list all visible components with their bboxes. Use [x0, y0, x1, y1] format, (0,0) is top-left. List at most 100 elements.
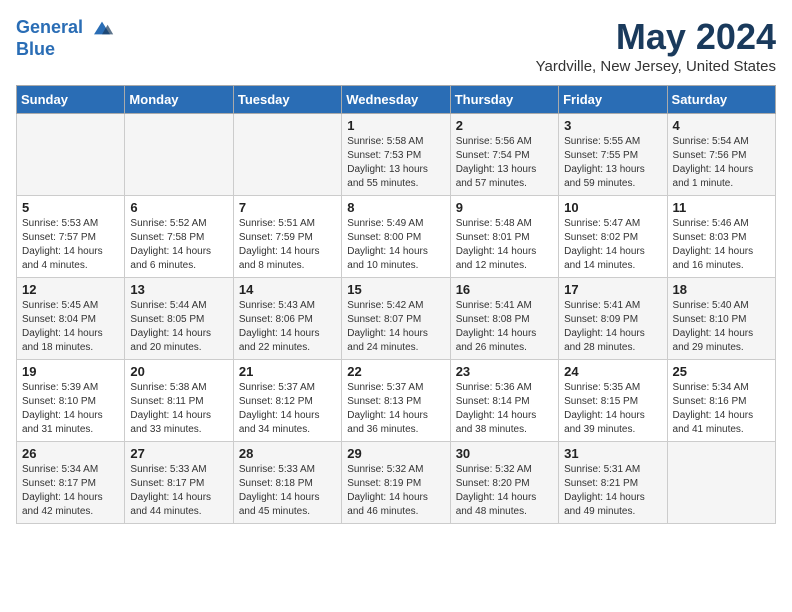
logo-blue: Blue [16, 40, 114, 60]
cell-daylight-info: Sunrise: 5:45 AM Sunset: 8:04 PM Dayligh… [22, 299, 119, 355]
cell-daylight-info: Sunrise: 5:41 AM Sunset: 8:09 PM Dayligh… [564, 299, 661, 355]
cell-day-25: 25Sunrise: 5:34 AM Sunset: 8:16 PM Dayli… [667, 360, 775, 442]
weekday-wednesday: Wednesday [342, 86, 450, 114]
day-number: 7 [239, 200, 336, 215]
day-number: 5 [22, 200, 119, 215]
cell-day-8: 8 Sunrise: 5:49 AM Sunset: 8:00 PM Daylig… [342, 196, 450, 278]
cell-day-2: 2 Sunrise: 5:56 AM Sunset: 7:54 PM Daylig… [450, 114, 558, 196]
logo: General Blue [16, 16, 114, 60]
cell-daylight-info: Sunrise: 5:54 AM Sunset: 7:56 PM Dayligh… [673, 135, 770, 191]
cell-daylight-info: Sunrise: 5:53 AM Sunset: 7:57 PM Dayligh… [22, 217, 119, 273]
week-row-4: 19Sunrise: 5:39 AM Sunset: 8:10 PM Dayli… [17, 360, 776, 442]
cell-day-14: 14Sunrise: 5:43 AM Sunset: 8:06 PM Dayli… [233, 278, 341, 360]
day-number: 14 [239, 282, 336, 297]
day-number: 17 [564, 282, 661, 297]
weekday-thursday: Thursday [450, 86, 558, 114]
week-row-1: 1Sunrise: 5:58 AM Sunset: 7:53 PM Daylig… [17, 114, 776, 196]
day-number: 24 [564, 364, 661, 379]
cell-day-22: 22 Sunrise: 5:37 AM Sunset: 8:13 PM Dayli… [342, 360, 450, 442]
logo-text: General [16, 16, 114, 40]
cell-day-30: 30Sunrise: 5:32 AM Sunset: 8:20 PM Dayli… [450, 442, 558, 524]
day-number: 18 [673, 282, 770, 297]
cell-day-12: 12 Sunrise: 5:45 AM Sunset: 8:04 PM Dayli… [17, 278, 125, 360]
day-number: 12 [22, 282, 119, 297]
day-number: 4 [673, 118, 770, 133]
cell-daylight-info: Sunrise: 5:32 AM Sunset: 8:20 PM Dayligh… [456, 463, 553, 519]
weekday-friday: Friday [559, 86, 667, 114]
cell-day-5: 5 Sunrise: 5:53 AM Sunset: 7:57 PM Daylig… [17, 196, 125, 278]
cell-day-13: 13 Sunrise: 5:44 AM Sunset: 8:05 PM Dayli… [125, 278, 233, 360]
day-number: 3 [564, 118, 661, 133]
cell-day-20: 20 Sunrise: 5:38 AM Sunset: 8:11 PM Dayli… [125, 360, 233, 442]
cell-day-10: 10Sunrise: 5:47 AM Sunset: 8:02 PM Dayli… [559, 196, 667, 278]
cell-daylight-info: Sunrise: 5:38 AM Sunset: 8:11 PM Dayligh… [130, 381, 227, 437]
cell-day-21: 21 Sunrise: 5:37 AM Sunset: 8:12 PM Dayli… [233, 360, 341, 442]
day-number: 8 [347, 200, 444, 215]
month-title: May 2024 [536, 16, 776, 58]
day-number: 22 [347, 364, 444, 379]
logo-icon [90, 16, 114, 40]
cell-day-26: 26Sunrise: 5:34 AM Sunset: 8:17 PM Dayli… [17, 442, 125, 524]
cell-day-29: 29Sunrise: 5:32 AM Sunset: 8:19 PM Dayli… [342, 442, 450, 524]
weekday-header-row: SundayMondayTuesdayWednesdayThursdayFrid… [17, 86, 776, 114]
weekday-tuesday: Tuesday [233, 86, 341, 114]
cell-daylight-info: Sunrise: 5:33 AM Sunset: 8:17 PM Dayligh… [130, 463, 227, 519]
location: Yardville, New Jersey, United States [536, 58, 776, 75]
cell-daylight-info: Sunrise: 5:37 AM Sunset: 8:12 PM Dayligh… [239, 381, 336, 437]
day-number: 23 [456, 364, 553, 379]
day-number: 10 [564, 200, 661, 215]
cell-day-16: 16 Sunrise: 5:41 AM Sunset: 8:08 PM Dayli… [450, 278, 558, 360]
calendar-table: SundayMondayTuesdayWednesdayThursdayFrid… [16, 85, 776, 524]
cell-daylight-info: Sunrise: 5:36 AM Sunset: 8:14 PM Dayligh… [456, 381, 553, 437]
weekday-saturday: Saturday [667, 86, 775, 114]
day-number: 11 [673, 200, 770, 215]
cell-day-empty [233, 114, 341, 196]
cell-daylight-info: Sunrise: 5:44 AM Sunset: 8:05 PM Dayligh… [130, 299, 227, 355]
cell-day-24: 24 Sunrise: 5:35 AM Sunset: 8:15 PM Dayli… [559, 360, 667, 442]
cell-daylight-info: Sunrise: 5:55 AM Sunset: 7:55 PM Dayligh… [564, 135, 661, 191]
calendar-body: 1Sunrise: 5:58 AM Sunset: 7:53 PM Daylig… [17, 114, 776, 524]
cell-day-18: 18 Sunrise: 5:40 AM Sunset: 8:10 PM Dayli… [667, 278, 775, 360]
cell-day-3: 3 Sunrise: 5:55 AM Sunset: 7:55 PM Daylig… [559, 114, 667, 196]
cell-day-11: 11 Sunrise: 5:46 AM Sunset: 8:03 PM Dayli… [667, 196, 775, 278]
cell-day-9: 9Sunrise: 5:48 AM Sunset: 8:01 PM Daylig… [450, 196, 558, 278]
cell-day-31: 31Sunrise: 5:31 AM Sunset: 8:21 PM Dayli… [559, 442, 667, 524]
day-number: 31 [564, 446, 661, 461]
day-number: 16 [456, 282, 553, 297]
week-row-5: 26Sunrise: 5:34 AM Sunset: 8:17 PM Dayli… [17, 442, 776, 524]
day-number: 27 [130, 446, 227, 461]
cell-day-17: 17 Sunrise: 5:41 AM Sunset: 8:09 PM Dayli… [559, 278, 667, 360]
cell-daylight-info: Sunrise: 5:56 AM Sunset: 7:54 PM Dayligh… [456, 135, 553, 191]
cell-day-23: 23 Sunrise: 5:36 AM Sunset: 8:14 PM Dayli… [450, 360, 558, 442]
cell-daylight-info: Sunrise: 5:49 AM Sunset: 8:00 PM Dayligh… [347, 217, 444, 273]
day-number: 13 [130, 282, 227, 297]
cell-day-6: 6Sunrise: 5:52 AM Sunset: 7:58 PM Daylig… [125, 196, 233, 278]
cell-daylight-info: Sunrise: 5:33 AM Sunset: 8:18 PM Dayligh… [239, 463, 336, 519]
cell-daylight-info: Sunrise: 5:37 AM Sunset: 8:13 PM Dayligh… [347, 381, 444, 437]
cell-daylight-info: Sunrise: 5:42 AM Sunset: 8:07 PM Dayligh… [347, 299, 444, 355]
weekday-sunday: Sunday [17, 86, 125, 114]
day-number: 21 [239, 364, 336, 379]
day-number: 19 [22, 364, 119, 379]
day-number: 1 [347, 118, 444, 133]
day-number: 2 [456, 118, 553, 133]
cell-day-28: 28Sunrise: 5:33 AM Sunset: 8:18 PM Dayli… [233, 442, 341, 524]
cell-daylight-info: Sunrise: 5:46 AM Sunset: 8:03 PM Dayligh… [673, 217, 770, 273]
week-row-3: 12 Sunrise: 5:45 AM Sunset: 8:04 PM Dayli… [17, 278, 776, 360]
cell-daylight-info: Sunrise: 5:34 AM Sunset: 8:17 PM Dayligh… [22, 463, 119, 519]
page-header: General Blue May 2024 Yardville, New Jer… [16, 16, 776, 75]
cell-day-7: 7 Sunrise: 5:51 AM Sunset: 7:59 PM Daylig… [233, 196, 341, 278]
cell-day-15: 15Sunrise: 5:42 AM Sunset: 8:07 PM Dayli… [342, 278, 450, 360]
cell-day-4: 4 Sunrise: 5:54 AM Sunset: 7:56 PM Daylig… [667, 114, 775, 196]
cell-daylight-info: Sunrise: 5:48 AM Sunset: 8:01 PM Dayligh… [456, 217, 553, 273]
cell-daylight-info: Sunrise: 5:41 AM Sunset: 8:08 PM Dayligh… [456, 299, 553, 355]
title-block: May 2024 Yardville, New Jersey, United S… [536, 16, 776, 75]
cell-day-empty [667, 442, 775, 524]
cell-daylight-info: Sunrise: 5:32 AM Sunset: 8:19 PM Dayligh… [347, 463, 444, 519]
cell-daylight-info: Sunrise: 5:40 AM Sunset: 8:10 PM Dayligh… [673, 299, 770, 355]
cell-daylight-info: Sunrise: 5:35 AM Sunset: 8:15 PM Dayligh… [564, 381, 661, 437]
cell-day-19: 19Sunrise: 5:39 AM Sunset: 8:10 PM Dayli… [17, 360, 125, 442]
cell-daylight-info: Sunrise: 5:51 AM Sunset: 7:59 PM Dayligh… [239, 217, 336, 273]
day-number: 20 [130, 364, 227, 379]
day-number: 25 [673, 364, 770, 379]
